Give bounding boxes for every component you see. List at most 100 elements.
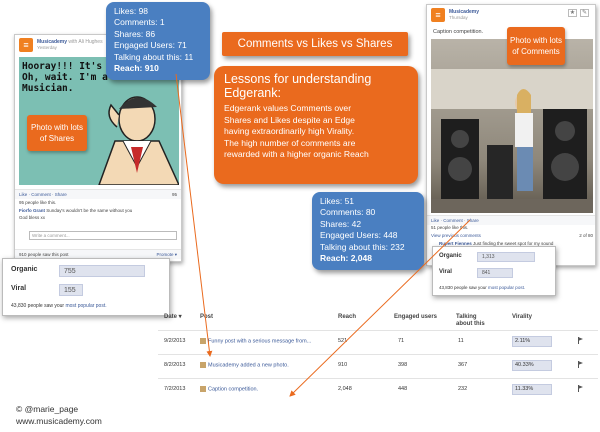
musicademy-logo: ≡ bbox=[19, 38, 33, 52]
left-photo-callout: Photo with lots of Shares bbox=[27, 115, 87, 151]
left-stat-likes: Likes: 98 bbox=[114, 6, 149, 16]
right-photo-callout-text: Photo with lots of Comments bbox=[509, 36, 563, 56]
row-post-text: Funny post with a serious message from..… bbox=[208, 338, 312, 345]
right-likes-text[interactable]: 51 people like this. bbox=[431, 224, 468, 231]
left-post-with: with Ali Hughes bbox=[68, 39, 103, 45]
header-date[interactable]: Date ▾ bbox=[164, 314, 182, 321]
right-viral-value: 841 bbox=[482, 270, 491, 276]
promote-flag-icon[interactable] bbox=[578, 361, 584, 368]
right-insights-footer: 43,830 people saw your most popular post… bbox=[439, 285, 525, 290]
row-virality: 11.33% bbox=[512, 384, 552, 395]
right-comment-tail: kitchen bbox=[577, 264, 591, 265]
header-engaged[interactable]: Engaged users bbox=[394, 314, 437, 321]
lessons-body-line-5: rewarded with a higher organic Reach bbox=[224, 149, 369, 160]
row-post[interactable]: Musicademy added a new photo. bbox=[200, 362, 289, 368]
header-post[interactable]: Post bbox=[200, 314, 213, 321]
right-viral-bar: 841 bbox=[477, 268, 513, 278]
left-insights-footer: 43,830 people saw your most popular post… bbox=[11, 303, 107, 309]
row-talking: 11 bbox=[458, 338, 464, 344]
left-promote-button[interactable]: Promote ▾ bbox=[156, 251, 177, 258]
table-row[interactable]: 9/2/2013 Funny post with a serious messa… bbox=[158, 330, 598, 352]
left-footer-link[interactable]: most popular post. bbox=[65, 303, 106, 309]
right-comment-count: 2 of 80 bbox=[579, 233, 593, 238]
promote-flag-icon[interactable] bbox=[578, 337, 584, 344]
star-icon[interactable]: ★ bbox=[568, 9, 577, 17]
left-viral-bar: 155 bbox=[59, 284, 83, 296]
lessons-body-line-2: Shares and Likes despite an Edge bbox=[224, 114, 355, 125]
row-date: 9/2/2013 bbox=[164, 338, 186, 344]
left-post-seen: 910 people saw this post bbox=[19, 252, 69, 257]
header-talking[interactable]: Talking about this bbox=[456, 314, 494, 328]
row-talking: 367 bbox=[458, 362, 468, 368]
right-post-caption: Caption competition. bbox=[433, 29, 484, 35]
row-post-text: Musicademy added a new photo. bbox=[208, 362, 289, 369]
left-footer-prefix: 43,830 people saw your bbox=[11, 303, 66, 309]
left-post-actions[interactable]: Like · Comment · Share bbox=[19, 191, 67, 198]
left-write-comment-placeholder: Write a comment... bbox=[32, 233, 70, 238]
right-photo-callout: Photo with lots of Comments bbox=[507, 27, 565, 65]
right-footer-link[interactable]: most popular post. bbox=[488, 285, 525, 290]
left-photo-callout-text: Photo with lots of Shares bbox=[30, 123, 84, 143]
right-insights-panel: Organic 1,313 Viral 841 43,830 people sa… bbox=[432, 246, 556, 296]
row-talking: 232 bbox=[458, 386, 468, 392]
right-organic-bar: 1,313 bbox=[477, 252, 535, 262]
left-commenter[interactable]: Fiorfo Grant bbox=[19, 208, 45, 213]
right-post-actions[interactable]: Like · Comment · Share bbox=[431, 218, 479, 223]
right-stats-callout: Likes: 51 Comments: 80 Shares: 42 Engage… bbox=[312, 192, 424, 270]
row-engaged: 398 bbox=[398, 362, 408, 368]
left-organic-label: Organic bbox=[11, 266, 38, 273]
right-post-header: ≡ Musicademy Thursday ★ ✎ bbox=[427, 5, 595, 25]
left-post-time: Yesterday bbox=[37, 45, 57, 50]
lessons-heading-2: Edgerank: bbox=[224, 86, 281, 100]
left-likes-text[interactable]: 95 people like this. bbox=[19, 199, 56, 206]
lessons-body-line-3: having extraordinarily high Virality. bbox=[224, 126, 355, 137]
right-view-previous-row: View previous comments 2 of 80 bbox=[431, 232, 593, 239]
row-date: 7/2/2013 bbox=[164, 386, 186, 392]
left-organic-bar: 755 bbox=[59, 265, 145, 277]
right-post-time: Thursday bbox=[449, 15, 468, 20]
row-reach: 521 bbox=[338, 338, 348, 344]
right-viral-label: Viral bbox=[439, 269, 452, 275]
credit-handle: © @marie_page bbox=[16, 404, 79, 414]
left-comment-text: Sunday's wouldn't be the same without yo… bbox=[46, 208, 133, 213]
left-stat-reach: Reach: 910 bbox=[114, 63, 159, 74]
kitchen-photo[interactable] bbox=[431, 39, 593, 213]
row-post[interactable]: Caption competition. bbox=[200, 386, 258, 392]
lessons-heading-1: Lessons for understanding bbox=[224, 72, 372, 86]
title-banner-text: Comments vs Likes vs Shares bbox=[237, 38, 393, 50]
left-organic-value: 755 bbox=[64, 268, 76, 275]
left-write-comment-input[interactable]: Write a comment... bbox=[29, 231, 177, 240]
row-post[interactable]: Funny post with a serious message from..… bbox=[200, 338, 311, 344]
left-comment: Fiorfo Grant Sunday's wouldn't be the sa… bbox=[19, 207, 179, 221]
credit-website[interactable]: www.musicademy.com bbox=[16, 416, 102, 426]
left-viral-value: 155 bbox=[64, 287, 76, 294]
header-virality[interactable]: Virality bbox=[512, 314, 532, 321]
left-comment-text-2: God bless xx bbox=[19, 215, 46, 220]
row-engaged: 448 bbox=[398, 386, 408, 392]
left-insights-panel: Organic 755 Viral 155 43,830 people saw … bbox=[2, 258, 170, 316]
promote-flag-icon[interactable] bbox=[578, 385, 584, 392]
row-date: 8/2/2013 bbox=[164, 362, 186, 368]
edit-icon[interactable]: ✎ bbox=[580, 9, 589, 17]
photo-post-icon bbox=[200, 386, 206, 392]
right-view-previous[interactable]: View previous comments bbox=[431, 232, 481, 239]
left-stat-talking: Talking about this: 11 bbox=[114, 51, 194, 62]
table-row[interactable]: 7/2/2013 Caption competition. 2,048 448 … bbox=[158, 378, 598, 400]
table-row[interactable]: 8/2/2013 Musicademy added a new photo. 9… bbox=[158, 354, 598, 376]
title-banner: Comments vs Likes vs Shares bbox=[222, 32, 408, 56]
row-post-text: Caption competition. bbox=[208, 386, 259, 393]
left-stat-engaged: Engaged Users: 71 bbox=[114, 40, 187, 51]
left-stats-callout: Likes: 98 Comments: 1 Shares: 86 Engaged… bbox=[106, 2, 210, 80]
photo-post-icon bbox=[200, 362, 206, 368]
left-post-actions-row: Like · Comment · Share 95 bbox=[15, 189, 181, 199]
lessons-callout: Lessons for understanding Edgerank: Edge… bbox=[214, 66, 418, 184]
kitchen-photo-illustration bbox=[431, 69, 593, 213]
right-footer-prefix: 43,830 people saw your bbox=[439, 285, 489, 290]
lessons-body-line-1: Edgerank values Comments over bbox=[224, 103, 352, 113]
header-reach[interactable]: Reach bbox=[338, 314, 356, 321]
right-stat-comments: Comments: 80 bbox=[320, 207, 376, 218]
row-virality: 40.33% bbox=[512, 360, 552, 371]
right-stat-engaged: Engaged Users: 448 bbox=[320, 230, 398, 241]
right-stat-shares: Shares: 42 bbox=[320, 218, 362, 229]
left-stat-comments: Comments: 1 bbox=[114, 17, 165, 28]
